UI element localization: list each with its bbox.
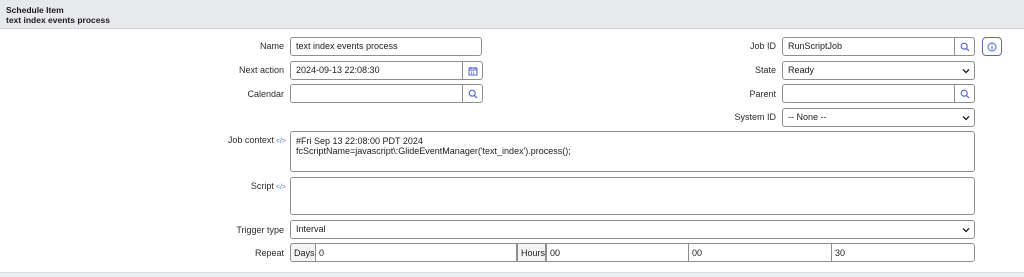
form-title: Schedule Item xyxy=(6,5,64,15)
name-field[interactable]: text index events process xyxy=(290,37,482,56)
job-id-field[interactable]: RunScriptJob xyxy=(782,37,955,56)
state-select[interactable]: Ready xyxy=(782,61,975,80)
job-id-info-button[interactable] xyxy=(982,37,1002,56)
calendar-label: Calendar xyxy=(247,89,284,99)
parent-label: Parent xyxy=(749,89,776,99)
calendar-field[interactable] xyxy=(290,84,463,103)
parent-lookup-button[interactable] xyxy=(955,84,975,103)
repeat-hours-label: Hours xyxy=(517,243,546,262)
job-context-label: Job context </> xyxy=(190,134,286,148)
state-value: Ready xyxy=(788,65,815,75)
repeat-hours-input[interactable]: 00 xyxy=(546,243,689,262)
system-id-label: System ID xyxy=(734,112,776,122)
name-value: text index events process xyxy=(296,41,398,51)
repeat-seconds-input[interactable]: 30 xyxy=(831,243,975,262)
script-code-icon[interactable]: </> xyxy=(276,138,286,145)
script-code-icon[interactable]: </> xyxy=(276,184,286,191)
form-bottom-divider xyxy=(0,272,1024,277)
job-id-value: RunScriptJob xyxy=(788,41,843,51)
trigger-type-label: Trigger type xyxy=(236,225,284,235)
repeat-label: Repeat xyxy=(254,248,284,258)
form-subtitle: text index events process xyxy=(6,15,110,25)
search-icon xyxy=(960,42,969,51)
script-textarea[interactable] xyxy=(290,177,975,215)
next-action-field[interactable]: 2024-09-13 22:08:30 xyxy=(290,61,463,80)
job-context-label-text: Job context xyxy=(227,135,274,145)
script-label: Script </> xyxy=(190,180,286,194)
chevron-down-icon xyxy=(962,69,970,74)
search-icon xyxy=(960,89,969,98)
search-icon xyxy=(468,89,477,98)
info-icon xyxy=(987,42,997,51)
job-context-line: #Fri Sep 13 22:08:00 PDT 2024 xyxy=(296,136,423,146)
job-context-line: fcScriptName=javascript\:GlideEventManag… xyxy=(296,146,571,156)
calendar-icon xyxy=(468,66,477,75)
parent-field[interactable] xyxy=(782,84,955,103)
chevron-down-icon xyxy=(962,228,970,233)
chevron-down-icon xyxy=(962,116,970,121)
repeat-minutes-input[interactable]: 00 xyxy=(688,243,832,262)
next-action-value: 2024-09-13 22:08:30 xyxy=(296,65,380,75)
next-action-label: Next action xyxy=(238,65,284,75)
script-label-text: Script xyxy=(250,181,274,191)
repeat-days-label: Days xyxy=(290,243,316,262)
state-label: State xyxy=(754,65,776,75)
job-id-label: Job ID xyxy=(749,41,776,51)
trigger-type-select[interactable]: Interval xyxy=(290,220,975,239)
job-context-textarea[interactable]: #Fri Sep 13 22:08:00 PDT 2024 fcScriptNa… xyxy=(290,131,975,172)
job-id-lookup-button[interactable] xyxy=(955,37,975,56)
form-header: Schedule Item text index events process xyxy=(0,0,1024,29)
calendar-picker-button[interactable] xyxy=(463,61,483,80)
system-id-select[interactable]: -- None -- xyxy=(782,108,975,127)
system-id-value: -- None -- xyxy=(788,112,827,122)
calendar-lookup-button[interactable] xyxy=(463,84,483,103)
repeat-days-input[interactable]: 0 xyxy=(315,243,517,262)
trigger-type-value: Interval xyxy=(296,224,326,234)
name-label: Name xyxy=(259,41,284,51)
